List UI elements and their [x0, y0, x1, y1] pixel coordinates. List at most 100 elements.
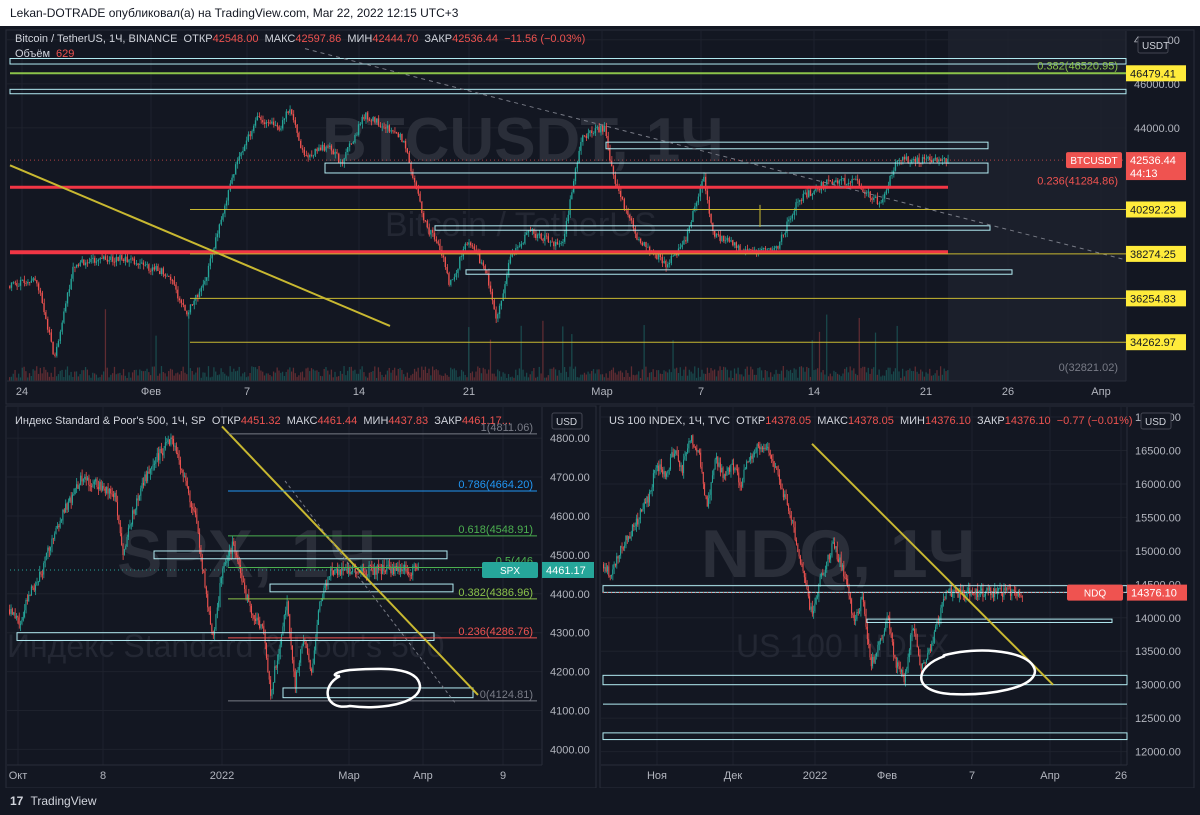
candle-body [283, 614, 285, 627]
candle-body [96, 479, 98, 487]
candle-body [117, 256, 119, 261]
candle-body [912, 158, 915, 160]
candle-body [303, 149, 305, 156]
volume-bar [533, 367, 535, 381]
candle-body [560, 243, 562, 244]
volume-bar [793, 368, 795, 381]
candle-body [59, 331, 61, 341]
volume-bar [683, 369, 685, 381]
candle-body [647, 246, 649, 248]
candle-body [234, 544, 236, 554]
candle-body [133, 258, 135, 264]
volume-bar [932, 375, 934, 381]
candle-body [404, 140, 407, 149]
candle-body [775, 246, 777, 249]
candle-body [77, 484, 79, 489]
candle-body [422, 213, 425, 221]
volume-bar [245, 377, 248, 381]
volume-bar [175, 373, 177, 381]
candle-body [522, 243, 524, 245]
candle-body [768, 446, 770, 453]
candle-body [235, 553, 237, 556]
legend: Индекс Standard & Poor's 500, 1Ч, SP ОТК… [15, 415, 511, 427]
candle-body [740, 485, 742, 487]
candle-body [844, 177, 846, 185]
candle-body [479, 252, 481, 264]
candle-body [502, 293, 504, 301]
volume-bar [630, 366, 633, 381]
volume-bar [728, 377, 730, 381]
candle-body [509, 256, 511, 263]
candle-body [297, 670, 299, 672]
candle-body [323, 144, 325, 151]
candle-body [600, 125, 602, 133]
candle-body [215, 237, 217, 249]
volume-bar [567, 377, 569, 381]
candle-body [668, 262, 671, 265]
volume-bar [811, 340, 813, 381]
tradingview-logo[interactable]: 17 TradingView [10, 794, 97, 808]
volume-bar [164, 373, 166, 381]
volume-bar [65, 369, 67, 381]
price-tag-countdown: 44:13 [1130, 168, 1158, 180]
candle-body [811, 193, 813, 196]
volume-bar [571, 334, 573, 381]
candle-body [685, 452, 687, 457]
candle-body [82, 478, 84, 482]
candle-body [620, 190, 622, 198]
candle-body [723, 235, 725, 242]
volume-bar [435, 369, 437, 381]
candle-body [160, 268, 163, 275]
candle-body [1011, 590, 1013, 596]
watermark-symbol: SPX, 1Ч [117, 516, 376, 592]
legend-h-label: МАКС [287, 415, 318, 427]
candle-body [693, 444, 695, 448]
legend: US 100 INDEX, 1Ч, TVC ОТКР14378.05 МАКС1… [609, 415, 1133, 427]
price-tick: 4000.00 [550, 744, 590, 756]
time-tick: Фев [141, 386, 161, 398]
candle-body [130, 258, 132, 260]
fib-label: 0.382(4386.96) [458, 587, 533, 599]
candle-body [853, 179, 855, 180]
volume-bar [339, 371, 342, 381]
candle-body [589, 130, 591, 134]
volume-bar [238, 366, 240, 381]
candle-body [735, 242, 737, 248]
candle-body [906, 668, 908, 672]
candle-body [601, 125, 604, 132]
volume-bar [851, 370, 853, 381]
candle-body [66, 503, 68, 510]
candle-body [285, 610, 287, 615]
candle-body [386, 125, 389, 129]
time-tick: 26 [1115, 770, 1127, 782]
volume-bar [865, 372, 868, 381]
volume-bar [441, 375, 443, 381]
price-tag-value: 14376.10 [1131, 588, 1177, 600]
fib-label: 0(4124.81) [480, 689, 533, 701]
candle-body [666, 473, 667, 477]
candle-body [685, 240, 687, 242]
candle-body [1020, 595, 1022, 597]
candle-body [681, 244, 683, 248]
volume-bar [947, 370, 949, 381]
volume-bar [104, 309, 107, 381]
volume-bar [151, 366, 154, 381]
candle-body [252, 613, 254, 616]
candle-body [240, 152, 242, 157]
volume-bar [142, 371, 145, 381]
candle-body [245, 140, 248, 146]
candle-body [260, 117, 262, 121]
candle-body [482, 262, 484, 266]
candle-body [75, 264, 78, 268]
candle-body [271, 689, 273, 696]
candle-body [106, 487, 107, 494]
candle-body [876, 652, 877, 657]
candle-body [780, 234, 783, 242]
candle-body [58, 525, 60, 528]
candle-body [983, 595, 985, 597]
candle-body [402, 570, 404, 572]
candle-body [370, 120, 372, 122]
candle-body [833, 182, 835, 185]
volume-bar [271, 376, 273, 381]
volume-bar [569, 366, 571, 381]
